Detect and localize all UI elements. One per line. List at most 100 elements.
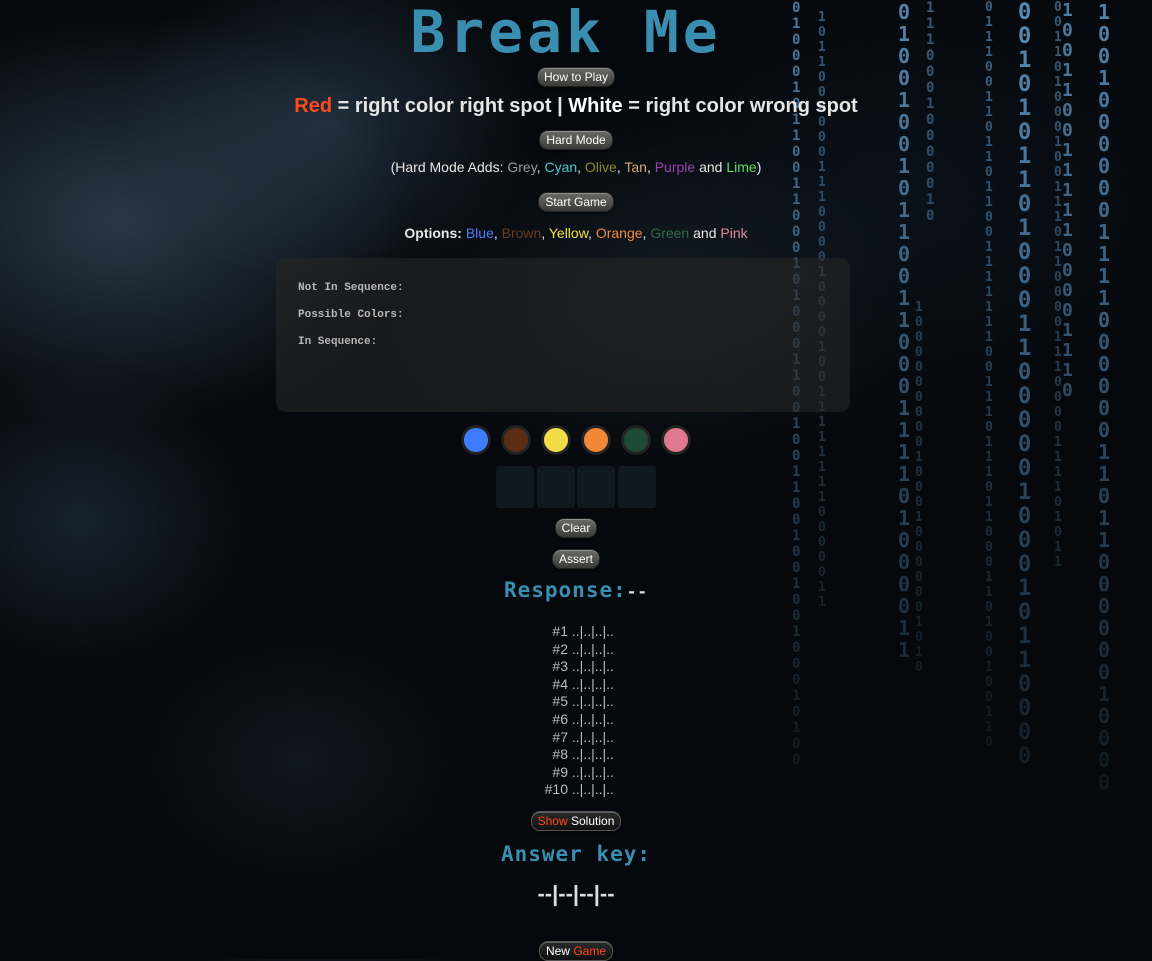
option-color-blue: Blue <box>465 225 494 241</box>
matrix-digit: 0 <box>985 345 993 360</box>
matrix-digit: 0 <box>915 360 923 375</box>
guess-row: #4 ..|..|..|.. <box>490 676 662 694</box>
swatch-yellow[interactable] <box>541 425 571 455</box>
matrix-digit: 1 <box>1054 210 1062 225</box>
start-game-button[interactable]: Start Game <box>538 192 614 212</box>
guess-row: #5 ..|..|..|.. <box>490 693 662 711</box>
matrix-digit: 1 <box>985 300 993 315</box>
separator: , <box>646 159 655 175</box>
guess-row: #10 ..|..|..|.. <box>490 781 662 799</box>
color-swatches <box>0 425 1152 455</box>
show-solution-red: Show <box>537 814 568 828</box>
separator: , <box>577 159 585 175</box>
option-color-brown: Brown <box>501 225 542 241</box>
matrix-digit: 0 <box>1098 374 1111 398</box>
option-color-orange: Orange <box>595 225 643 241</box>
matrix-digit: 0 <box>1018 360 1032 385</box>
guess-result: ..|..|..|.. <box>568 675 614 692</box>
matrix-digit: 1 <box>1098 242 1111 266</box>
guess-number: #9 <box>552 763 568 780</box>
guess-slot-3[interactable] <box>577 466 616 508</box>
answer-key-label: Answer key: <box>500 842 652 866</box>
matrix-digit: 0 <box>1054 405 1062 420</box>
guess-result: ..|..|..|.. <box>568 658 614 675</box>
matrix-digit: 0 <box>1098 330 1111 354</box>
show-solution-white: Solution <box>571 814 615 828</box>
guess-number: #5 <box>552 693 568 710</box>
how-to-play-button[interactable]: How to Play <box>536 67 616 87</box>
matrix-digit: 0 <box>915 375 923 390</box>
matrix-digit: 0 <box>1018 264 1032 289</box>
and-word: and <box>695 159 727 175</box>
guess-row: #2 ..|..|..|.. <box>490 641 662 659</box>
guess-number: #2 <box>552 640 568 657</box>
guess-number: #7 <box>552 728 568 745</box>
show-solution-button[interactable]: Show Solution <box>530 811 622 831</box>
swatch-orange[interactable] <box>581 425 611 455</box>
matrix-digit: 1 <box>1098 286 1111 310</box>
matrix-digit: 0 <box>985 210 993 225</box>
matrix-digit: 1 <box>985 270 993 285</box>
matrix-digit: 0 <box>915 345 923 360</box>
matrix-digit: 0 <box>898 374 911 398</box>
new-game-button[interactable]: New Game <box>538 941 614 961</box>
matrix-digit: 1 <box>985 315 993 330</box>
matrix-digit: 0 <box>1062 260 1073 281</box>
response-line: Response:-- <box>0 578 1152 602</box>
guess-number: #6 <box>552 710 568 727</box>
matrix-digit: 0 <box>915 405 923 420</box>
matrix-digit: 0 <box>915 390 923 405</box>
hard-mode-note: (Hard Mode Adds: Grey, Cyan, Olive, Tan,… <box>0 159 1152 175</box>
matrix-digit: 1 <box>1098 264 1111 288</box>
guess-result: ..|..|..|.. <box>568 728 614 745</box>
matrix-digit: 1 <box>898 396 911 420</box>
matrix-digit: 0 <box>792 608 801 624</box>
matrix-digit: 1 <box>985 375 993 390</box>
guess-row: #3 ..|..|..|.. <box>490 658 662 676</box>
assert-button[interactable]: Assert <box>551 549 600 569</box>
option-color-green: Green <box>650 225 690 241</box>
matrix-digit: 0 <box>1054 315 1062 330</box>
hard-color-purple: Purple <box>654 159 696 175</box>
matrix-digit: 0 <box>1098 308 1111 332</box>
guess-row: #6 ..|..|..|.. <box>490 711 662 729</box>
matrix-digit: 1 <box>1054 330 1062 345</box>
swatch-green[interactable] <box>621 425 651 455</box>
and-word: and <box>689 225 721 241</box>
hard-color-tan: Tan <box>624 159 647 175</box>
rule-red-text: = right color right spot | <box>337 95 563 117</box>
hard-color-olive: Olive <box>584 159 617 175</box>
game-title: Break Me <box>410 0 722 66</box>
matrix-digit: 0 <box>1062 380 1073 401</box>
option-color-pink: Pink <box>720 225 748 241</box>
hard-mode-button[interactable]: Hard Mode <box>539 130 613 150</box>
matrix-digit: 0 <box>898 242 911 266</box>
matrix-digit: 1 <box>985 405 993 420</box>
guess-number: #4 <box>552 675 568 692</box>
guess-number: #3 <box>552 658 568 675</box>
response-label: Response: <box>503 578 627 602</box>
matrix-digit: 0 <box>1062 280 1073 301</box>
guess-result: ..|..|..|.. <box>568 763 614 780</box>
matrix-digit: 0 <box>792 240 801 256</box>
matrix-digit: 1 <box>985 390 993 405</box>
swatch-blue[interactable] <box>461 425 491 455</box>
matrix-digit: 0 <box>1054 300 1062 315</box>
rule-white-word: White <box>568 95 623 117</box>
matrix-digit: 1 <box>1054 240 1062 255</box>
guess-slot-4[interactable] <box>617 466 656 508</box>
matrix-digit: 0 <box>1018 600 1032 625</box>
answer-key-value: --|--|--|-- <box>537 881 615 906</box>
guess-result: ..|..|..|.. <box>568 693 614 710</box>
matrix-digit: 0 <box>1018 384 1032 409</box>
rule-red-word: Red <box>294 95 333 117</box>
guess-slot-1[interactable] <box>496 466 535 508</box>
clear-button[interactable]: Clear <box>554 518 598 538</box>
guess-slot-2[interactable] <box>536 466 575 508</box>
swatch-pink[interactable] <box>661 425 691 455</box>
swatch-brown[interactable] <box>501 425 531 455</box>
guess-row: #1 ..|..|..|.. <box>490 623 662 641</box>
hard-color-grey: Grey <box>507 159 537 175</box>
matrix-digit: 1 <box>1062 360 1073 381</box>
matrix-digit: 0 <box>1054 390 1062 405</box>
